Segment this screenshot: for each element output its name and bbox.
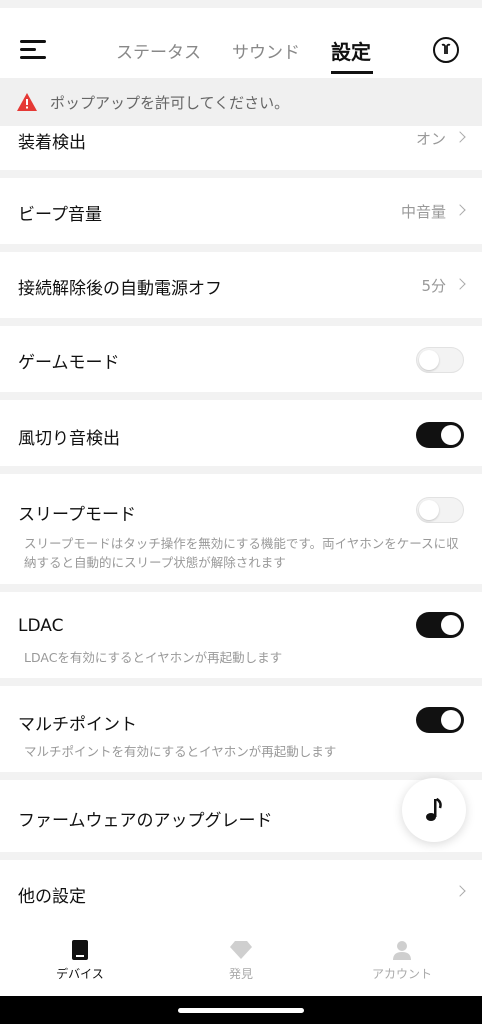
setting-label: ビープ音量 <box>18 205 102 225</box>
setting-description: スリープモードはタッチ操作を無効にする機能です。両イヤホンをケースに収納すると自… <box>24 536 459 570</box>
setting-label: LDAC <box>18 616 64 636</box>
setting-label: 他の設定 <box>18 887 86 907</box>
setting-value: 中音量 <box>400 203 446 221</box>
menu-icon[interactable] <box>20 40 46 60</box>
tab-status[interactable]: ステータス <box>116 38 201 63</box>
active-tab-indicator <box>331 71 373 74</box>
game-mode-toggle[interactable] <box>416 347 464 373</box>
tab-settings[interactable]: 設定 <box>331 36 371 65</box>
ldac-toggle[interactable] <box>416 612 464 638</box>
setting-sleep-mode: スリープモード スリープモードはタッチ操作を無効にする機能です。両イヤホンをケー… <box>0 474 482 584</box>
system-home-bar <box>0 996 482 1024</box>
nav-account[interactable]: アカウント <box>342 924 462 996</box>
setting-label: マルチポイント <box>18 715 137 735</box>
diamond-icon <box>230 941 252 959</box>
nav-label: デバイス <box>56 967 104 981</box>
nav-label: アカウント <box>371 967 432 981</box>
bottom-nav: デバイス 発見 アカウント <box>0 924 482 996</box>
popup-alert-banner[interactable]: ポップアップを許可してください。 <box>0 78 482 126</box>
setting-auto-power-off[interactable]: 接続解除後の自動電源オフ 5分 <box>0 252 482 318</box>
setting-value: オン <box>415 130 446 148</box>
device-icon <box>72 940 88 960</box>
setting-wear-detection[interactable]: 装着検出 オン <box>0 126 482 170</box>
music-note-icon <box>426 797 442 821</box>
setting-label: 風切り音検出 <box>18 429 120 449</box>
multipoint-toggle[interactable] <box>416 707 464 733</box>
nav-discover[interactable]: 発見 <box>181 924 301 996</box>
sleep-mode-toggle[interactable] <box>416 497 464 523</box>
chevron-right-icon <box>454 204 466 216</box>
wind-noise-toggle[interactable] <box>416 422 464 448</box>
setting-beep-volume[interactable]: ビープ音量 中音量 <box>0 178 482 244</box>
music-fab[interactable] <box>402 778 466 842</box>
top-bar: ステータス サウンド 設定 <box>0 8 482 78</box>
chevron-right-icon <box>454 278 466 290</box>
setting-ldac: LDAC LDACを有効にするとイヤホンが再起動します <box>0 592 482 678</box>
setting-game-mode: ゲームモード <box>0 326 482 392</box>
setting-description: LDACを有効にするとイヤホンが再起動します <box>24 650 283 665</box>
setting-description: マルチポイントを有効にするとイヤホンが再起動します <box>24 744 337 759</box>
setting-label: 接続解除後の自動電源オフ <box>18 279 222 299</box>
setting-label: ゲームモード <box>18 353 120 373</box>
home-indicator[interactable] <box>178 1008 304 1013</box>
chevron-right-icon <box>454 885 466 897</box>
setting-wind-noise: 風切り音検出 <box>0 400 482 466</box>
setting-value: 5分 <box>421 277 446 295</box>
setting-label: ファームウェアのアップグレード <box>18 811 273 831</box>
person-icon <box>393 941 411 960</box>
chevron-right-icon <box>454 131 466 143</box>
alert-text: ポップアップを許可してください。 <box>50 93 290 112</box>
nav-device[interactable]: デバイス <box>20 924 140 996</box>
setting-other[interactable]: 他の設定 <box>0 860 482 924</box>
warning-icon <box>17 93 37 111</box>
setting-label: 装着検出 <box>18 133 86 153</box>
earbud-icon[interactable] <box>433 37 459 63</box>
nav-label: 発見 <box>228 967 253 981</box>
tab-sound[interactable]: サウンド <box>232 38 300 63</box>
setting-multipoint: マルチポイント マルチポイントを有効にするとイヤホンが再起動します <box>0 686 482 772</box>
setting-label: スリープモード <box>18 505 136 525</box>
